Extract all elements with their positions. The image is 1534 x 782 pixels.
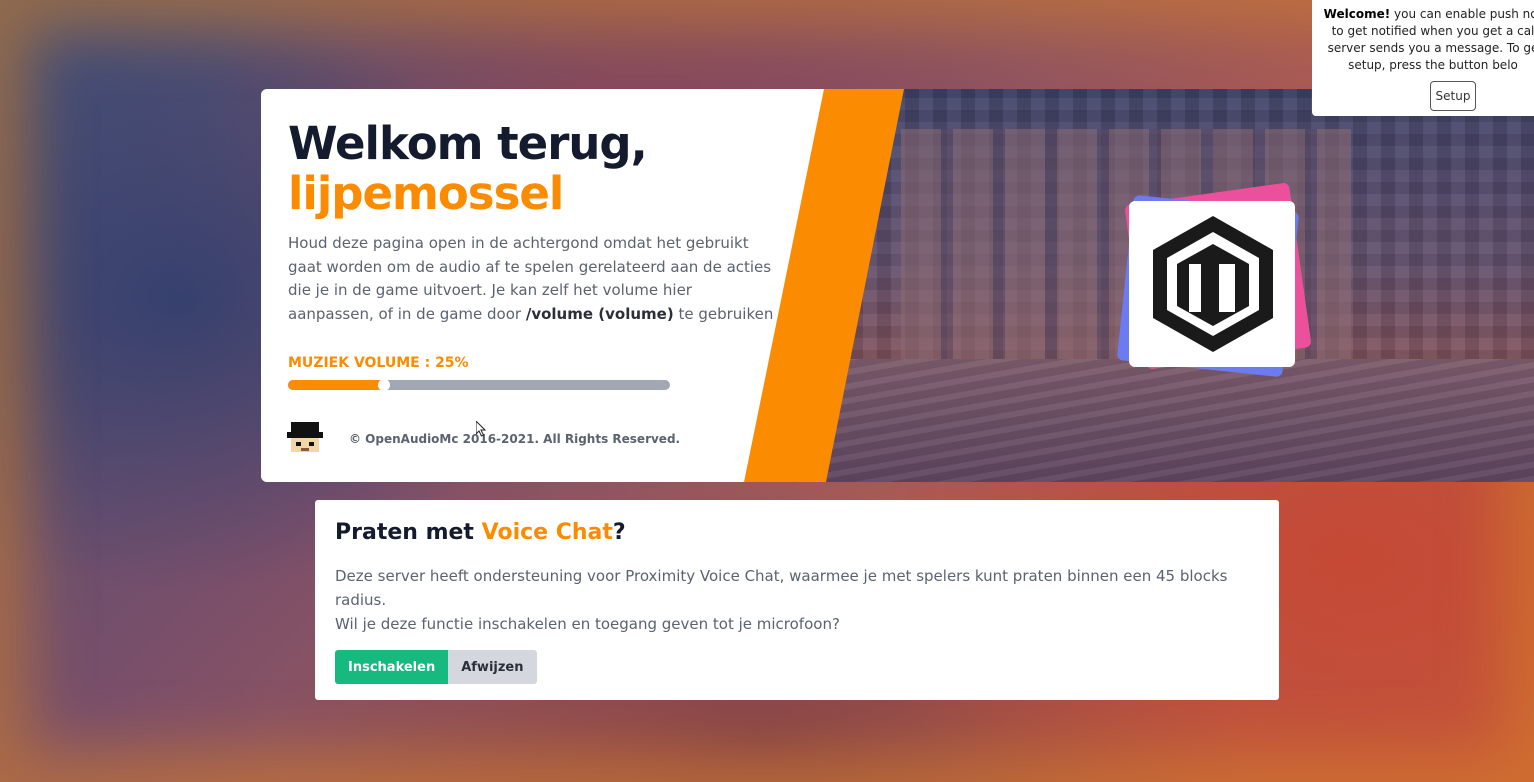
push-notification-popup: Welcome! you can enable push not to get … (1312, 0, 1534, 116)
welcome-hero-card: Welkom terug, lijpemossel Houd deze pagi… (261, 89, 1534, 482)
setup-notifications-button[interactable]: Setup (1430, 81, 1476, 111)
mouse-cursor-icon (476, 421, 486, 437)
volume-command: /volume (volume) (525, 304, 674, 323)
copyright-text: © OpenAudioMc 2016-2021. All Rights Rese… (349, 432, 681, 446)
push-notification-text: Welcome! you can enable push not to get … (1323, 7, 1534, 72)
voice-chat-description: Deze server heeft ondersteuning voor Pro… (335, 567, 1228, 633)
volume-slider-handle[interactable] (377, 379, 390, 391)
music-volume-label: MUZIEK VOLUME : 25% (288, 355, 469, 371)
voice-chat-actions: Inschakelen Afwijzen (335, 650, 537, 684)
decline-voice-chat-button[interactable]: Afwijzen (448, 650, 537, 684)
welcome-description: Houd deze pagina open in de achtergond o… (288, 234, 774, 323)
server-logo (1116, 182, 1312, 378)
openaudiomc-logo-icon (1153, 216, 1273, 352)
player-avatar-icon (287, 422, 323, 452)
voice-chat-title: Praten met Voice Chat? (335, 520, 626, 545)
volume-slider-fill (288, 380, 384, 390)
music-volume-slider[interactable] (288, 379, 670, 391)
enable-voice-chat-button[interactable]: Inschakelen (335, 650, 449, 684)
voice-chat-card: Praten met Voice Chat? Deze server heeft… (315, 500, 1279, 700)
welcome-heading: Welkom terug, (288, 117, 648, 170)
username-heading: lijpemossel (288, 167, 564, 220)
